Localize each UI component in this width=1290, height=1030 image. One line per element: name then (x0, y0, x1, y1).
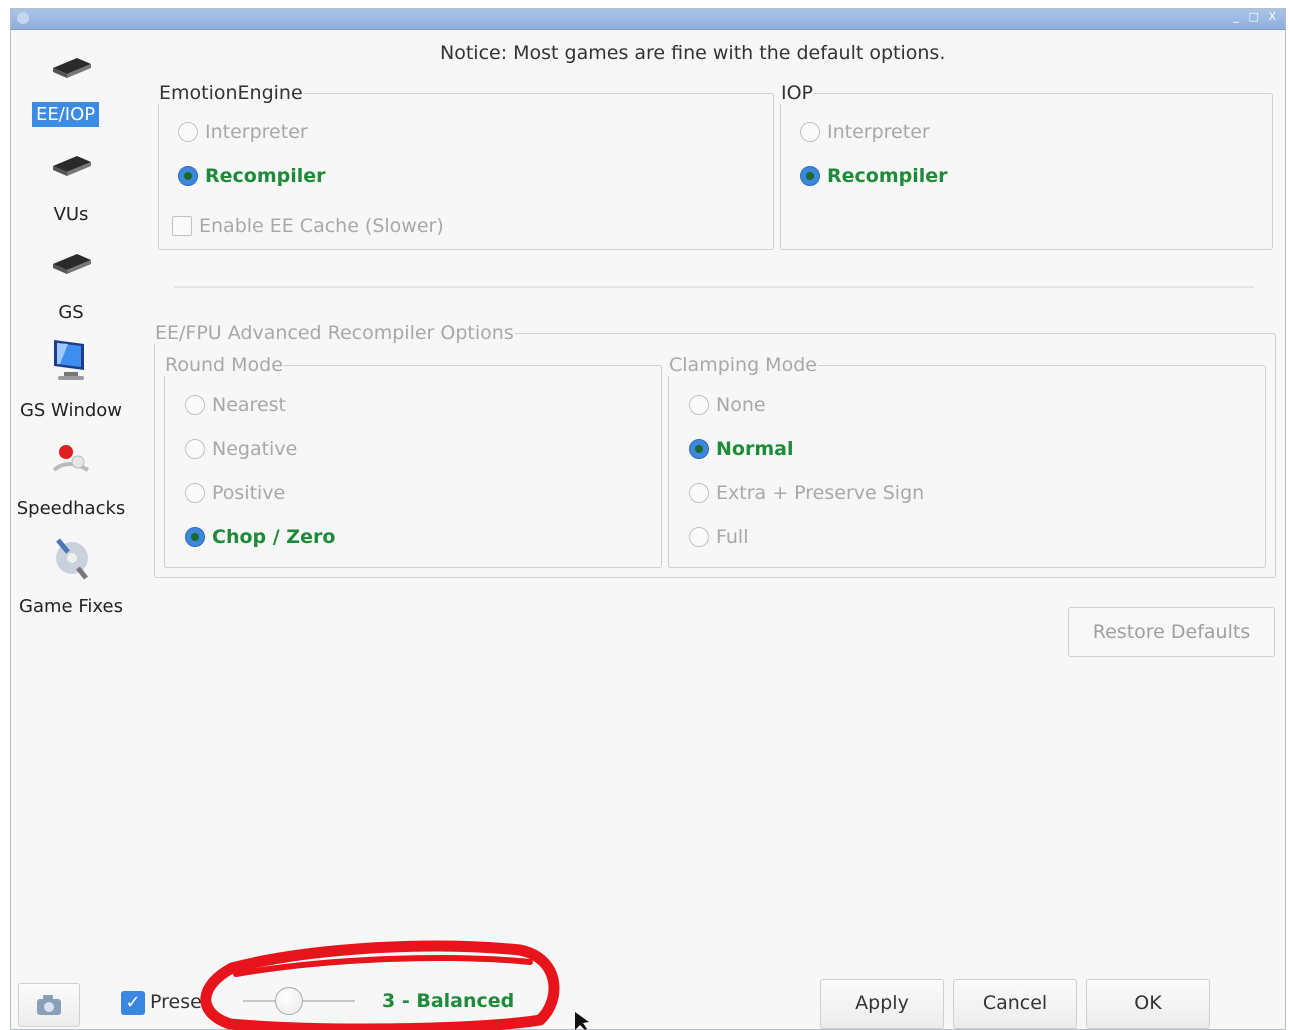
cancel-button[interactable]: Cancel (953, 979, 1077, 1029)
radio-indicator (185, 439, 205, 459)
clamp-none-radio[interactable]: None (689, 394, 766, 416)
maximize-icon[interactable]: □ (1249, 10, 1262, 23)
radio-indicator (178, 166, 198, 186)
chip-icon (53, 156, 91, 176)
camera-icon (37, 995, 61, 1015)
chip-icon (53, 254, 91, 274)
radio-indicator (800, 122, 820, 142)
iop-interpreter-label: Interpreter (827, 121, 930, 143)
radio-indicator (689, 527, 709, 547)
preset-value-label: 3 - Balanced (382, 990, 515, 1012)
monitor-icon (54, 340, 84, 380)
sidebar-item-label: EE/IOP (32, 102, 100, 127)
sidebar-item-label: VUs (53, 204, 89, 225)
round-chop-zero-label: Chop / Zero (212, 526, 336, 548)
ee-interpreter-radio[interactable]: Interpreter (178, 121, 308, 143)
sidebar-item-label: GS Window (19, 400, 123, 421)
round-negative-label: Negative (212, 438, 298, 460)
radio-indicator (800, 166, 820, 186)
advanced-options-legend: EE/FPU Advanced Recompiler Options (155, 322, 514, 344)
checkbox-indicator (172, 216, 192, 236)
ok-button[interactable]: OK (1086, 979, 1210, 1029)
restore-defaults-button[interactable]: Restore Defaults (1068, 607, 1275, 657)
game-fixes-icon (56, 538, 88, 580)
app-menu-icon[interactable] (17, 12, 29, 24)
speedhacks-icon (52, 445, 90, 472)
clamp-extra-preserve-sign-radio[interactable]: Extra + Preserve Sign (689, 482, 924, 504)
round-chop-zero-radio[interactable]: Chop / Zero (185, 526, 335, 548)
clamp-extra-preserve-sign-label: Extra + Preserve Sign (716, 482, 925, 504)
ee-cache-label: Enable EE Cache (Slower) (199, 215, 444, 237)
window-controls: _ □ X (1234, 10, 1279, 23)
sidebar-item-label: GS (58, 302, 84, 323)
radio-indicator (185, 395, 205, 415)
iop-recompiler-label: Recompiler (827, 165, 948, 187)
round-nearest-radio[interactable]: Nearest (185, 394, 286, 416)
chip-icon (53, 58, 91, 78)
round-positive-label: Positive (212, 482, 286, 504)
preset-slider-handle[interactable] (275, 987, 303, 1015)
sidebar-item-game-fixes[interactable]: Game Fixes (8, 534, 134, 624)
clamp-full-radio[interactable]: Full (689, 526, 749, 548)
iop-recompiler-radio[interactable]: Recompiler (800, 165, 948, 187)
sidebar-item-label: Game Fixes (19, 596, 123, 617)
clamp-full-label: Full (716, 526, 749, 548)
clamping-mode-group: Clamping Mode (668, 354, 1266, 568)
close-icon[interactable]: X (1268, 10, 1279, 23)
ee-cache-checkbox[interactable]: Enable EE Cache (Slower) (172, 215, 444, 237)
clamp-none-label: None (716, 394, 766, 416)
minimize-icon[interactable]: _ (1234, 10, 1243, 23)
iop-legend: IOP (781, 82, 814, 104)
clamp-normal-label: Normal (716, 438, 794, 460)
radio-indicator (178, 122, 198, 142)
apply-button[interactable]: Apply (820, 979, 944, 1029)
iop-interpreter-radio[interactable]: Interpreter (800, 121, 930, 143)
sidebar-item-vus[interactable]: VUs (8, 150, 134, 234)
sidebar-item-gs-window[interactable]: GS Window (8, 336, 134, 430)
round-nearest-label: Nearest (212, 394, 286, 416)
radio-indicator (185, 527, 205, 547)
presets-checkbox[interactable]: ✓ (121, 991, 145, 1015)
title-bar: _ □ X (11, 9, 1285, 30)
presets-label: Prese (150, 991, 202, 1013)
ee-interpreter-label: Interpreter (205, 121, 308, 143)
ee-recompiler-radio[interactable]: Recompiler (178, 165, 326, 187)
radio-indicator (689, 395, 709, 415)
round-positive-radio[interactable]: Positive (185, 482, 285, 504)
ee-recompiler-label: Recompiler (205, 165, 326, 187)
radio-indicator (689, 483, 709, 503)
sidebar-item-ee-iop[interactable]: EE/IOP (8, 52, 134, 136)
sidebar-item-label: Speedhacks (16, 498, 126, 519)
radio-indicator (689, 439, 709, 459)
sidebar-item-speedhacks[interactable]: Speedhacks (8, 440, 134, 530)
notice-text: Notice: Most games are fine with the def… (440, 42, 946, 64)
round-mode-legend: Round Mode (165, 354, 283, 376)
clamping-mode-legend: Clamping Mode (669, 354, 817, 376)
clamp-normal-radio[interactable]: Normal (689, 438, 793, 460)
sidebar-item-gs[interactable]: GS (8, 248, 134, 332)
emotion-engine-legend: EmotionEngine (159, 82, 303, 104)
round-negative-radio[interactable]: Negative (185, 438, 297, 460)
separator (174, 286, 1254, 288)
screenshot-button[interactable] (18, 983, 80, 1027)
radio-indicator (185, 483, 205, 503)
